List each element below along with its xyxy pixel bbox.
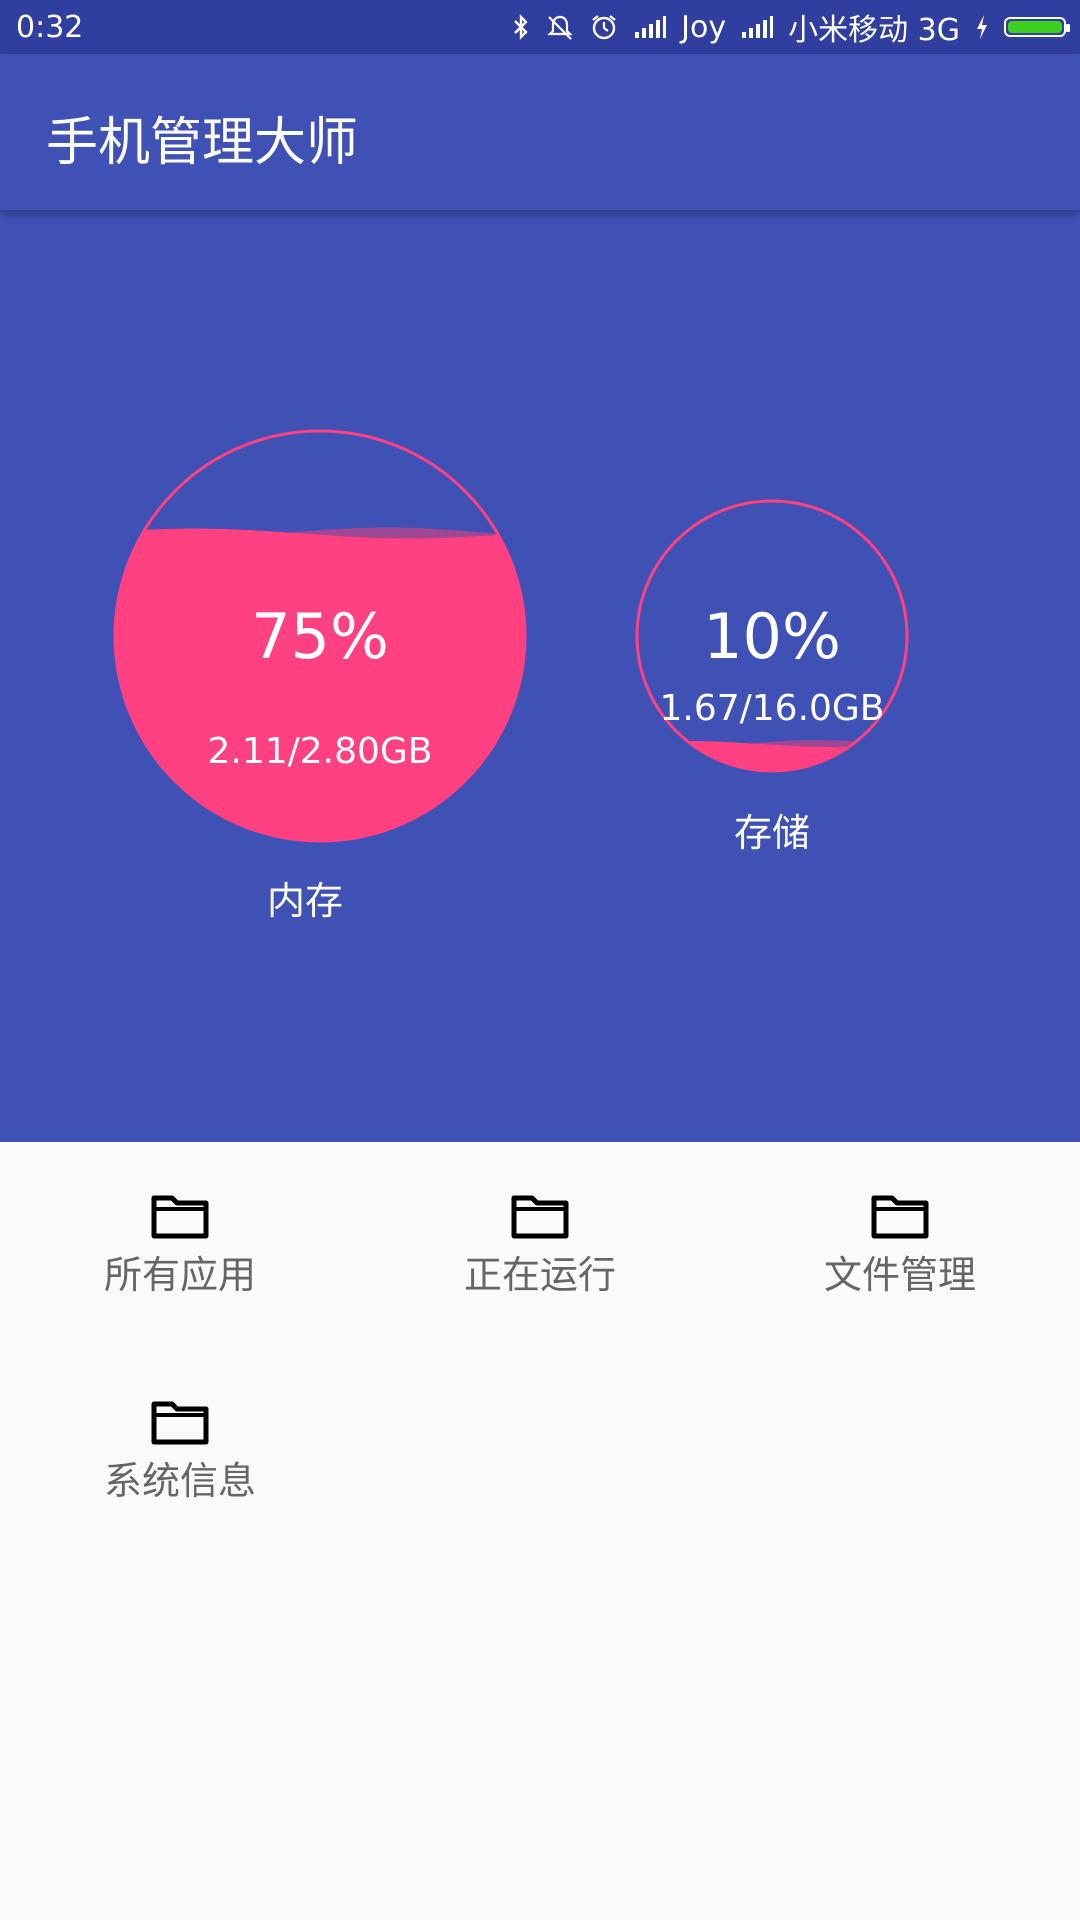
storage-usage: 1.67/16.0GB	[659, 688, 884, 729]
carrier-2: 小米移动 3G	[788, 13, 960, 48]
battery-level	[1008, 21, 1062, 33]
signal-icon	[740, 14, 774, 40]
storage-label: 存储	[733, 811, 811, 855]
memory-usage: 2.11/2.80GB	[207, 731, 432, 772]
storage-percent: 10%	[703, 600, 841, 673]
signal-icon	[633, 14, 667, 40]
folder-icon	[871, 1195, 929, 1239]
memory-gauge[interactable]: 75% 2.11/2.80GB	[105, 429, 535, 851]
grid-item-label: 所有应用	[103, 1253, 256, 1297]
memory-percent: 75%	[251, 600, 389, 673]
storage-gauge[interactable]: 10% 1.67/16.0GB	[627, 499, 917, 781]
carrier-1: Joy	[681, 9, 727, 45]
vibrate-off-icon	[545, 13, 575, 41]
grid-item-label: 正在运行	[463, 1253, 616, 1297]
storage-fill	[637, 741, 907, 771]
battery-tip	[1066, 24, 1070, 32]
folder-icon	[151, 1195, 209, 1239]
usage-gauges: 75% 2.11/2.80GB 10% 1.67/16.0GB	[105, 429, 917, 851]
folder-icon	[511, 1195, 569, 1239]
grid-item-all-apps[interactable]: 所有应用	[30, 1192, 330, 1299]
status-icons: Joy 小米移动 3G	[511, 5, 1080, 49]
memory-fill	[115, 528, 525, 841]
bluetooth-icon	[511, 13, 531, 41]
usage-panel: 75% 2.11/2.80GB 10% 1.67/16.0GB 内存 存储	[0, 210, 1080, 1142]
app-title: 手机管理大师	[46, 113, 359, 173]
memory-label: 内存	[266, 879, 344, 923]
status-time: 0:32	[16, 9, 84, 45]
grid-item-running[interactable]: 正在运行	[390, 1192, 690, 1299]
folder-icon	[151, 1401, 209, 1445]
battery-icon	[1004, 17, 1070, 37]
alarm-icon	[589, 13, 619, 41]
charging-icon	[974, 13, 990, 41]
grid-item-file-manager[interactable]: 文件管理	[750, 1192, 1050, 1299]
grid-item-label: 系统信息	[103, 1459, 256, 1503]
grid-item-label: 文件管理	[823, 1253, 976, 1297]
status-bar: 0:32 Joy 小米移动 3G	[0, 0, 1080, 54]
app-bar: 手机管理大师	[0, 54, 1080, 210]
grid-item-system-info[interactable]: 系统信息	[30, 1398, 330, 1505]
